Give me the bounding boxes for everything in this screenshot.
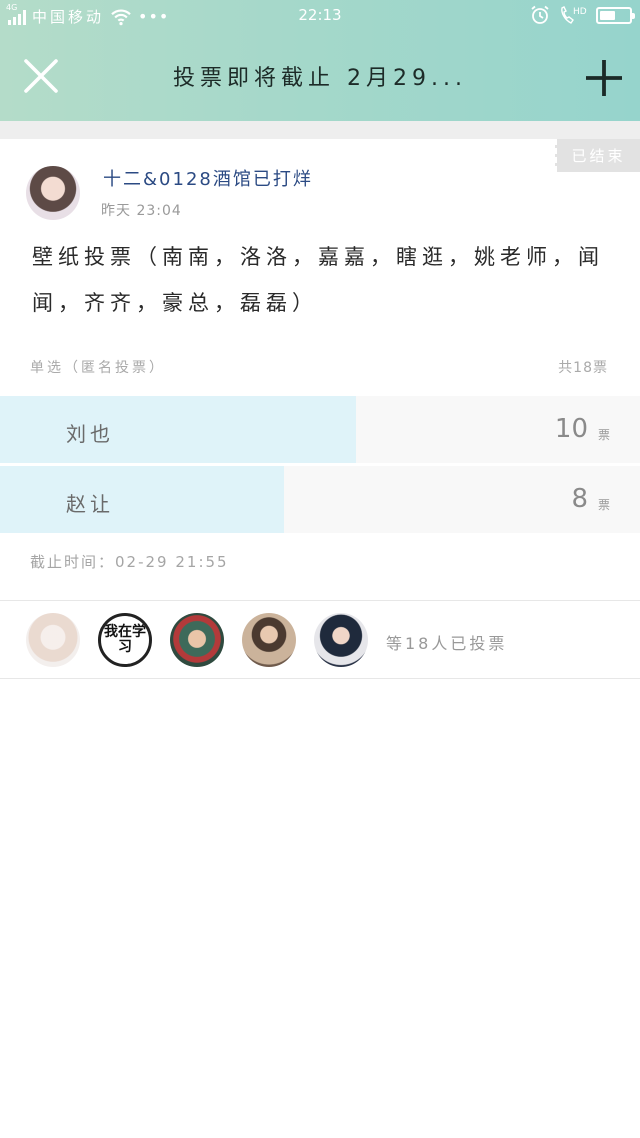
status-right: HD [530,5,635,25]
poll-deadline: 截止时间：02-29 21:55 [30,553,229,571]
poll-mode: 单选（匿名投票） [30,360,166,376]
section-divider [0,121,640,139]
poll-option-2[interactable]: 赵让 8 票 [0,466,640,533]
option-label: 刘也 [66,422,114,446]
option-vote-unit: 票 [597,428,610,442]
voter-avatar-text: 我在学习 [104,624,146,655]
divider [0,678,640,679]
status-badge: 已结束 [555,139,640,172]
voter-avatar[interactable] [314,613,368,667]
hd-label: HD [573,7,587,17]
status-bar: 4G 中国移动 ••• 22:13 HD [0,0,640,32]
battery-level [600,10,616,20]
voter-avatar[interactable] [26,613,80,667]
option-label: 赵让 [66,492,114,516]
option-vote-count: 8 [571,484,588,514]
voter-avatars[interactable]: 我在学习 [26,613,368,667]
voter-avatar[interactable] [170,613,224,667]
poll-total: 共18票 [558,360,608,376]
voter-summary[interactable]: 等18人已投票 [386,630,507,654]
hd-call-icon: HD [561,6,587,24]
voter-avatar[interactable] [242,613,296,667]
option-vote-count: 10 [554,414,588,444]
post-time: 昨天 23:04 [101,203,182,219]
navbar: 投票即将截止 2月29... [0,32,640,121]
voter-avatar[interactable]: 我在学习 [98,613,152,667]
divider [0,600,640,601]
author-avatar[interactable] [26,166,80,220]
alarm-icon [531,5,549,24]
author-name[interactable]: 十二&0128酒馆已打烊 [103,165,313,191]
add-button[interactable] [584,58,624,98]
option-vote-unit: 票 [597,498,610,512]
option-fill-bar [0,466,285,533]
option-fill-bar [0,396,356,463]
battery-icon [596,6,635,24]
poll-option-1[interactable]: 刘也 10 票 [0,396,640,463]
poll-question: 壁纸投票（南南，洛洛，嘉嘉，瞎逛，姚老师，闻闻，齐齐，豪总，磊磊） [32,245,604,315]
header-background: 4G 中国移动 ••• 22:13 HD 投票即将截止 2月29... [0,0,640,121]
page-title: 投票即将截止 2月29... [173,66,467,91]
